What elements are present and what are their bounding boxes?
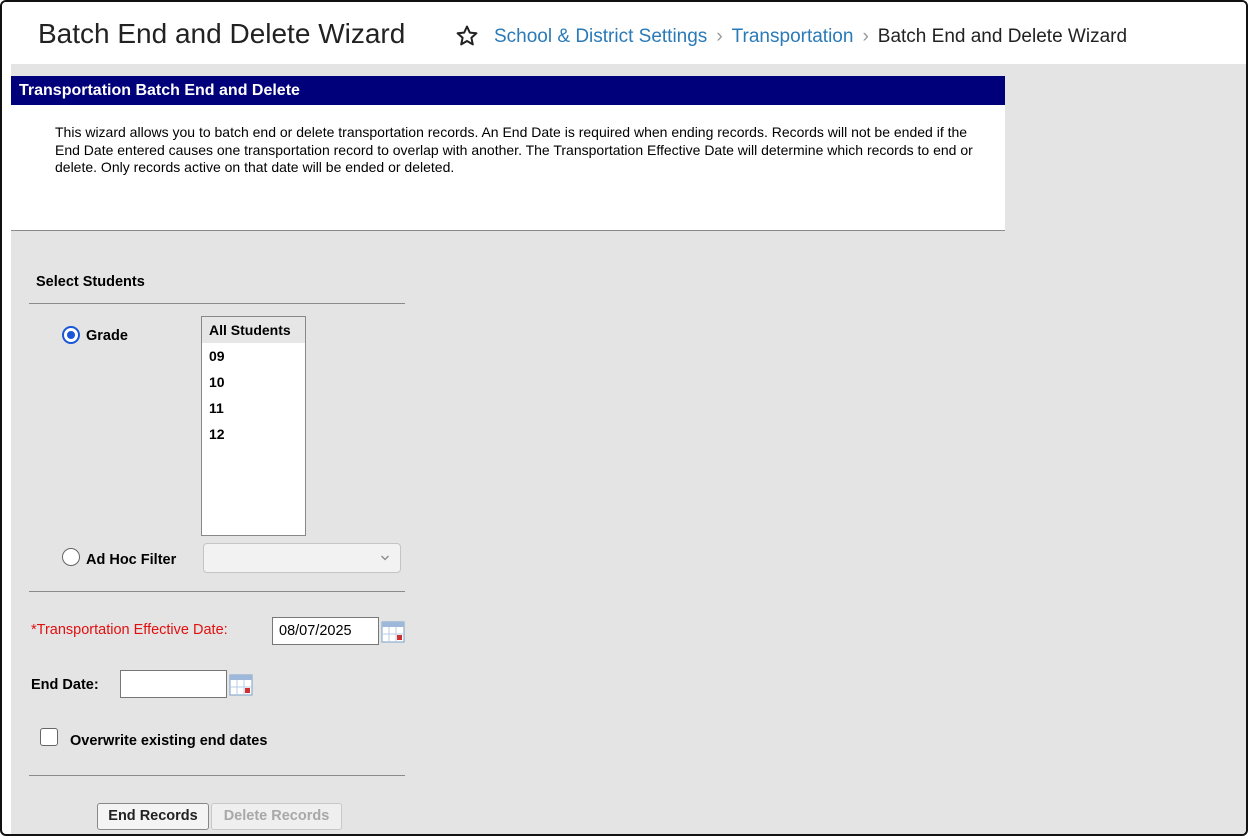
- effective-date-input[interactable]: 08/07/2025: [272, 617, 379, 645]
- calendar-icon[interactable]: [229, 673, 253, 697]
- calendar-icon[interactable]: [381, 620, 405, 644]
- chevron-right-icon: ›: [716, 26, 723, 47]
- breadcrumb-current: Batch End and Delete Wizard: [877, 26, 1128, 47]
- overwrite-end-dates-checkbox[interactable]: [40, 728, 58, 746]
- panel-description: This wizard allows you to batch end or d…: [55, 124, 973, 175]
- chevron-right-icon: ›: [862, 26, 869, 47]
- adhoc-filter-radio[interactable]: [62, 548, 80, 566]
- breadcrumb-school-district-settings[interactable]: School & District Settings: [494, 26, 707, 47]
- end-date-label: End Date:: [31, 677, 99, 693]
- page-title: Batch End and Delete Wizard: [38, 18, 406, 49]
- breadcrumb: School & District Settings › Transportatio…: [494, 26, 1127, 48]
- list-item-all-students[interactable]: All Students: [202, 317, 305, 343]
- star-outline-icon[interactable]: [455, 24, 479, 48]
- overwrite-end-dates-label: Overwrite existing end dates: [70, 733, 268, 749]
- chevron-down-icon: [381, 555, 389, 561]
- end-records-button[interactable]: End Records: [97, 803, 209, 830]
- info-panel: Transportation Batch End and Delete This…: [11, 76, 1005, 230]
- list-item-grade-11[interactable]: 11: [202, 395, 305, 421]
- list-item-grade-10[interactable]: 10: [202, 369, 305, 395]
- list-item-grade-12[interactable]: 12: [202, 421, 305, 447]
- grade-listbox[interactable]: All Students 09 10 11 12: [201, 316, 306, 536]
- breadcrumb-transportation[interactable]: Transportation: [732, 26, 854, 47]
- effective-date-label: *Transportation Effective Date:: [31, 622, 228, 638]
- grade-radio[interactable]: [62, 326, 80, 344]
- divider: [11, 230, 1005, 231]
- list-item-grade-09[interactable]: 09: [202, 343, 305, 369]
- page-header: Batch End and Delete Wizard School & Dis…: [2, 2, 1246, 64]
- app-window: Batch End and Delete Wizard School & Dis…: [0, 0, 1248, 836]
- divider: [29, 775, 405, 776]
- end-date-input[interactable]: [120, 670, 227, 698]
- adhoc-filter-select[interactable]: [203, 543, 401, 573]
- divider: [29, 591, 405, 592]
- panel-title: Transportation Batch End and Delete: [11, 76, 1005, 105]
- divider: [29, 303, 405, 304]
- select-students-title: Select Students: [36, 274, 145, 290]
- adhoc-filter-label: Ad Hoc Filter: [86, 552, 177, 568]
- grade-label: Grade: [86, 328, 128, 344]
- content-area: Transportation Batch End and Delete This…: [11, 64, 1246, 834]
- delete-records-button[interactable]: Delete Records: [211, 803, 342, 830]
